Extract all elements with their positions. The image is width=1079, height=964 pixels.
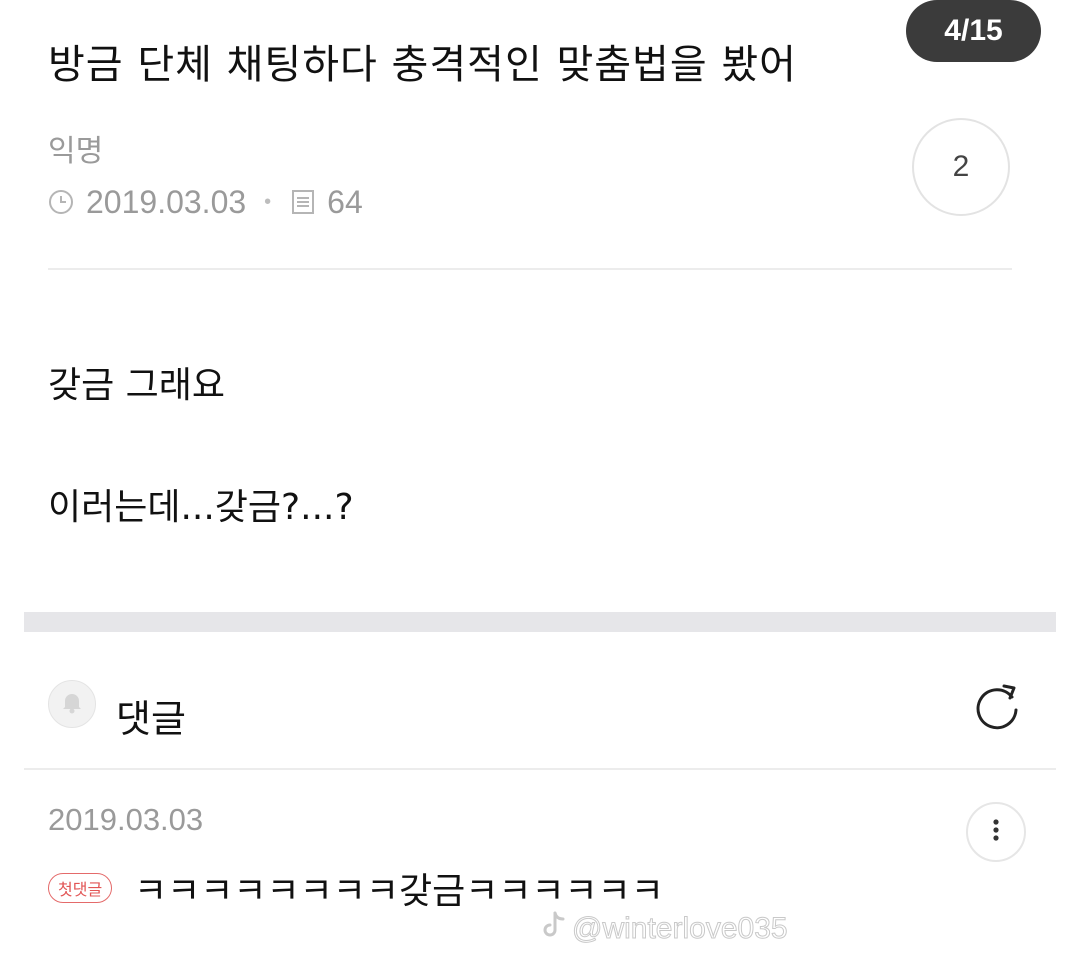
author-name: 익명 xyxy=(48,134,104,169)
comment-text: ㅋㅋㅋㅋㅋㅋㅋㅋ갖금ㅋㅋㅋㅋㅋㅋ xyxy=(134,871,664,912)
post-body-line: 갖금 그래요 xyxy=(48,365,226,406)
view-count: 64 xyxy=(327,183,363,220)
clock-icon xyxy=(48,189,74,215)
post-date: 2019.03.03 xyxy=(86,183,247,220)
page-counter: 4/15 xyxy=(906,0,1041,62)
comment-count-button[interactable]: 2 xyxy=(912,118,1010,216)
comments-heading: 댓글 xyxy=(116,697,186,741)
tiktok-icon xyxy=(540,910,568,948)
more-vertical-icon xyxy=(992,818,1000,846)
section-separator xyxy=(24,612,1056,632)
watermark: @winterlove035 xyxy=(540,910,788,948)
comment-date: 2019.03.03 xyxy=(48,802,204,837)
notification-button[interactable] xyxy=(48,680,96,728)
document-icon xyxy=(291,189,315,215)
post-title: 방금 단체 채팅하다 충격적인 맞춤법을 봤어 xyxy=(48,42,797,88)
post-body-line: 이러는데...갖금?...? xyxy=(48,487,354,528)
meta-separator: • xyxy=(264,190,272,213)
divider xyxy=(48,268,1012,270)
post-meta: 2019.03.03 • 64 xyxy=(48,180,363,224)
refresh-icon[interactable] xyxy=(970,680,1024,738)
divider xyxy=(24,768,1056,770)
first-comment-badge: 첫댓글 xyxy=(48,873,113,903)
bell-icon xyxy=(59,689,85,719)
comment-more-button[interactable] xyxy=(966,802,1026,862)
watermark-handle: @winterlove035 xyxy=(572,912,789,946)
